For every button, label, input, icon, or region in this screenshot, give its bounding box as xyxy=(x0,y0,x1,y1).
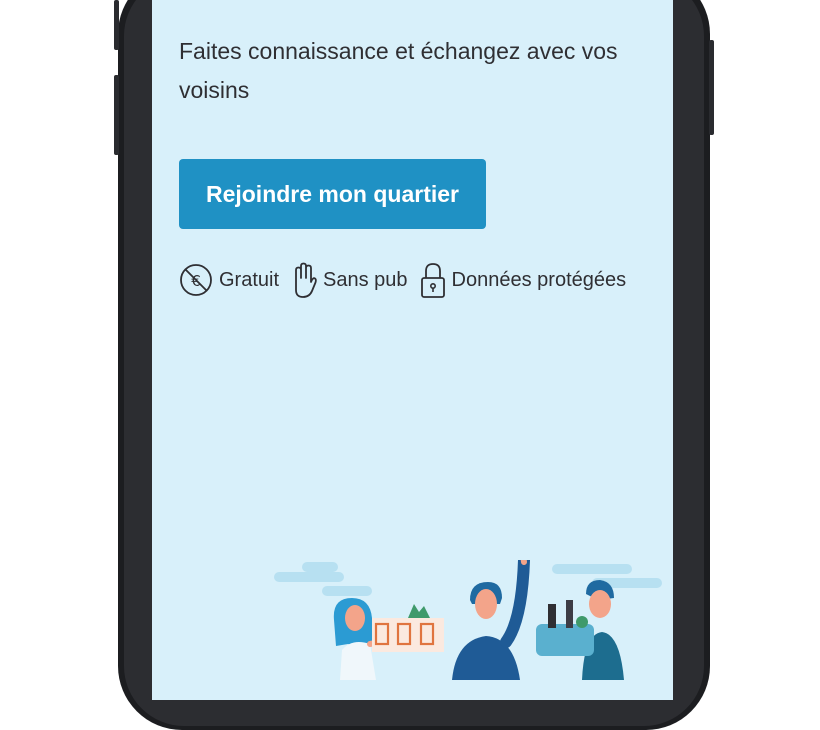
plant-box xyxy=(372,604,444,652)
feature-free: € Gratuit xyxy=(178,260,279,300)
feature-free-label: Gratuit xyxy=(219,268,280,291)
svg-text:€: € xyxy=(191,272,201,290)
power-button xyxy=(709,40,714,135)
neighbors-illustration xyxy=(274,560,662,680)
man-figure xyxy=(452,560,530,680)
volume-button xyxy=(114,75,119,155)
feature-list: € Gratuit Sans pub Données protégées xyxy=(178,260,637,300)
hero-headline: Faites connaissance et échangez avec vos… xyxy=(179,38,618,103)
shopper-figure xyxy=(536,580,624,680)
feature-no-ads: Sans pub xyxy=(290,260,408,300)
no-euro-icon: € xyxy=(178,260,214,300)
volume-button xyxy=(114,0,119,50)
feature-no-ads-label: Sans pub xyxy=(323,268,408,291)
app-screen: Faites connaissance et échangez avec vos… xyxy=(152,0,673,700)
feature-data-protected-label: Données protégées xyxy=(451,268,627,291)
lock-icon xyxy=(419,260,447,300)
join-neighborhood-button[interactable]: Rejoindre mon quartier xyxy=(179,159,486,229)
hand-icon xyxy=(290,260,318,300)
feature-data-protected: Données protégées xyxy=(419,260,627,300)
